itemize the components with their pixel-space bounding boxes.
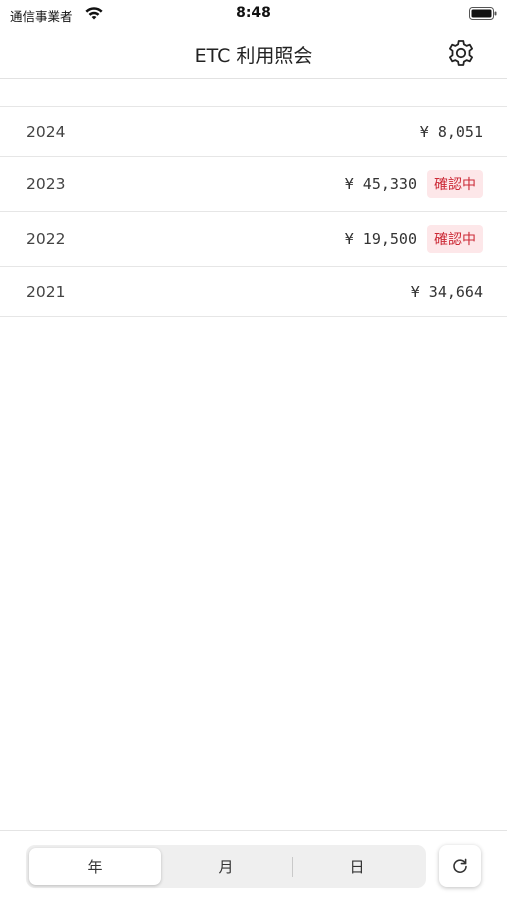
bottom-toolbar: 年 月 日: [0, 830, 507, 900]
segment-month[interactable]: 月: [160, 848, 292, 885]
segment-year[interactable]: 年: [29, 848, 161, 885]
year-label: 2024: [26, 122, 66, 141]
status-badge: 確認中: [427, 225, 483, 253]
year-label: 2021: [26, 282, 66, 301]
amount-value: ¥ 8,051: [419, 122, 483, 141]
period-segmented-control: 年 月 日: [26, 845, 426, 888]
refresh-icon: [453, 858, 467, 873]
clock: 8:48: [236, 5, 271, 21]
year-list: 2024 ¥ 8,051 2023 ¥ 45,330 確認中 2022 ¥ 19…: [0, 106, 507, 317]
year-label: 2022: [26, 230, 66, 248]
refresh-button[interactable]: [439, 845, 481, 887]
year-row[interactable]: 2022 ¥ 19,500 確認中: [0, 212, 507, 267]
status-badge: 確認中: [427, 170, 483, 198]
amount-value: ¥ 19,500: [344, 230, 417, 248]
amount-value: ¥ 45,330: [344, 175, 417, 193]
status-bar: 通信事業者 8:48: [0, 0, 507, 28]
nav-bar: ETC 利用照会: [0, 28, 507, 79]
year-label: 2023: [26, 175, 66, 193]
year-row[interactable]: 2021 ¥ 34,664: [0, 267, 507, 317]
page-title: ETC 利用照会: [194, 45, 313, 67]
segment-day[interactable]: 日: [291, 848, 423, 885]
gear-icon[interactable]: [445, 37, 477, 69]
battery-icon: [469, 7, 497, 20]
year-row[interactable]: 2024 ¥ 8,051: [0, 107, 507, 157]
year-row[interactable]: 2023 ¥ 45,330 確認中: [0, 157, 507, 212]
amount-value: ¥ 34,664: [410, 282, 483, 301]
